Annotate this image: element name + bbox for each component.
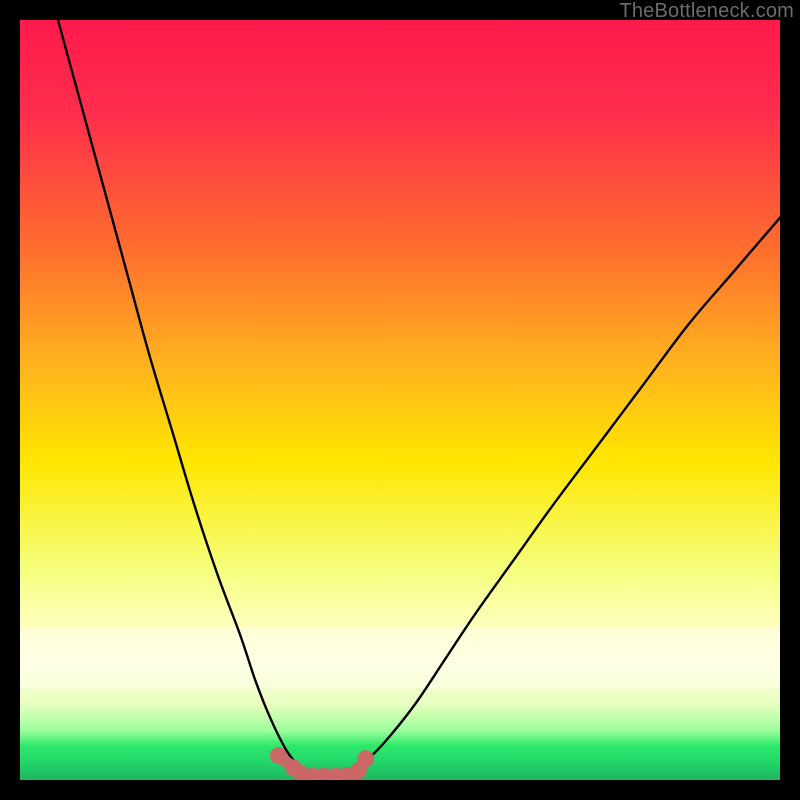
light-band xyxy=(20,628,780,689)
chart-svg xyxy=(20,20,780,780)
chart-frame: TheBottleneck.com xyxy=(0,0,800,800)
plot-area xyxy=(20,20,780,780)
bottom-marker-dot xyxy=(270,747,287,764)
bottom-marker-dot xyxy=(357,750,374,767)
